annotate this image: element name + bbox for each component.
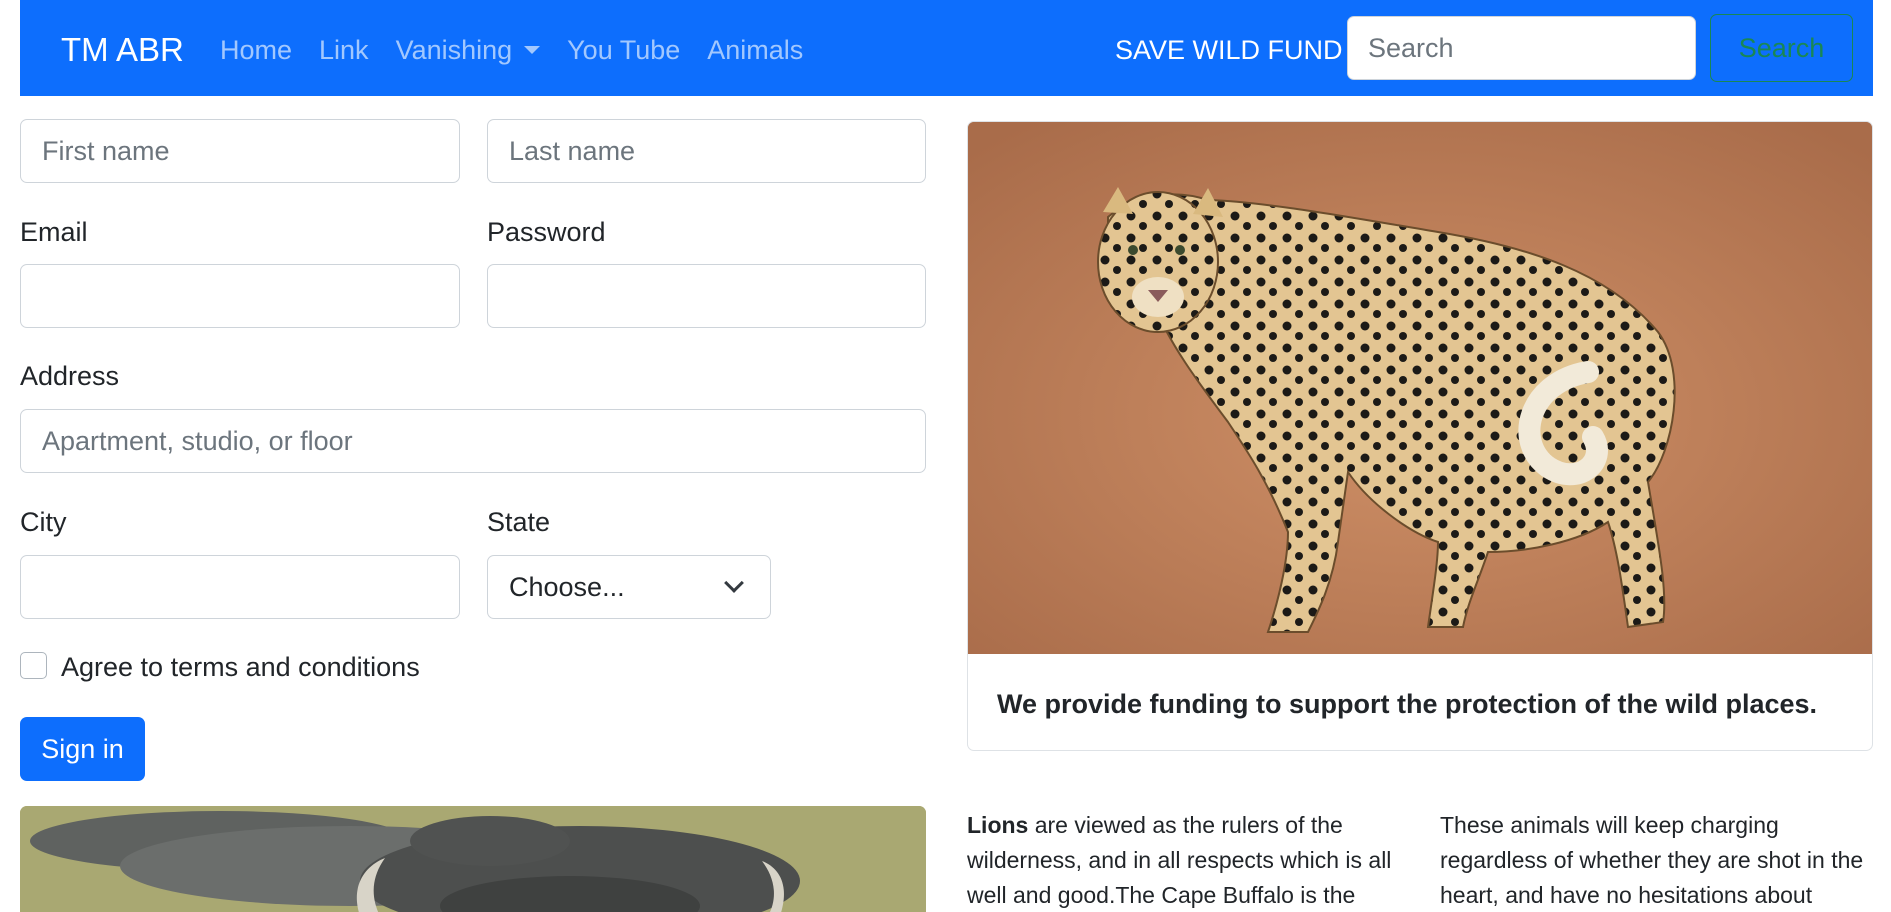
nav-dropdown-label: Vanishing <box>395 35 513 65</box>
brand[interactable]: TM ABR <box>61 28 184 72</box>
chevron-down-icon <box>724 573 744 593</box>
address-input[interactable] <box>20 409 926 473</box>
nav-link-youtube[interactable]: You Tube <box>567 32 680 68</box>
state-label: State <box>487 507 551 537</box>
state-select-value: Choose... <box>509 571 625 602</box>
lions-bold: Lions <box>967 812 1029 838</box>
search-input[interactable] <box>1347 16 1696 80</box>
buffalo-image <box>20 806 926 912</box>
address-label: Address <box>20 361 120 391</box>
state-select[interactable]: Choose... <box>487 555 771 619</box>
leopard-illustration <box>968 122 1872 654</box>
lions-paragraph: Lions are viewed as the rulers of the wi… <box>967 808 1407 912</box>
buffalo-illustration <box>20 806 926 912</box>
terms-checkbox[interactable] <box>20 652 47 679</box>
email-input[interactable] <box>20 264 460 328</box>
nav-link-link[interactable]: Link <box>319 32 369 68</box>
leopard-image <box>968 122 1872 654</box>
nav-dropdown-vanishing[interactable]: Vanishing <box>396 32 541 68</box>
email-label: Email <box>20 217 88 247</box>
first-name-input[interactable] <box>20 119 460 183</box>
card-caption: We provide funding to support the protec… <box>997 689 1818 719</box>
lions-text: are viewed as the rulers of the wilderne… <box>967 812 1392 908</box>
buffalo-paragraph: These animals will keep charging regardl… <box>1440 812 1864 908</box>
nav-link-home[interactable]: Home <box>220 32 292 68</box>
fund-title: SAVE WILD FUND <box>1115 35 1343 65</box>
nav-link-animals[interactable]: Animals <box>707 32 803 68</box>
last-name-input[interactable] <box>487 119 926 183</box>
navbar: TM ABR Home Link Vanishing You Tube Anim… <box>20 0 1873 96</box>
password-label: Password <box>487 217 606 247</box>
nav-links: Home Link Vanishing You Tube Animals <box>220 32 830 68</box>
password-input[interactable] <box>487 264 926 328</box>
terms-label[interactable]: Agree to terms and conditions <box>61 649 420 685</box>
caret-down-icon <box>524 46 541 54</box>
city-input[interactable] <box>20 555 460 619</box>
sign-in-button[interactable]: Sign in <box>20 717 145 781</box>
city-label: City <box>20 507 67 537</box>
search-button[interactable]: Search <box>1710 14 1853 82</box>
feature-card: We provide funding to support the protec… <box>967 121 1873 751</box>
